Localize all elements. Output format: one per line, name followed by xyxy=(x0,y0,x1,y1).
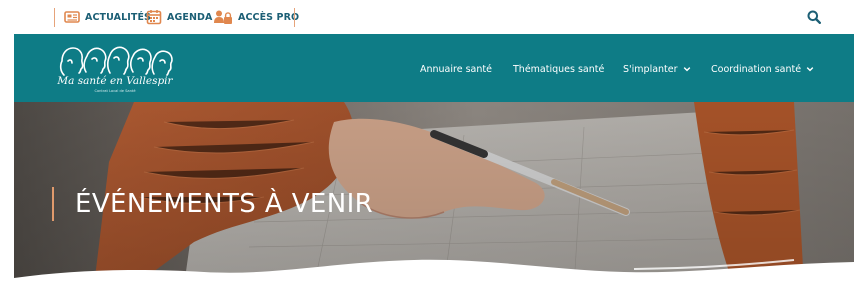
topbar-link-actualites[interactable]: ACTUALITÉS xyxy=(64,9,151,25)
top-utility-bar: ACTUALITÉS AGENDA ACCÈS PRO xyxy=(0,0,854,34)
page-title: ÉVÉNEMENTS À VENIR xyxy=(75,189,374,219)
nav-item-label: S'implanter xyxy=(623,63,678,75)
calendar-icon xyxy=(146,10,162,25)
topbar-link-label: AGENDA xyxy=(167,11,213,23)
logo-subtitle: Contrat Local de Santé xyxy=(94,89,136,93)
hero-title-accent-bar xyxy=(52,187,54,221)
faces-logo-icon xyxy=(59,46,173,76)
search-icon[interactable] xyxy=(807,10,821,24)
site-logo[interactable]: Ma santé en Vallespir Contrat Local de S… xyxy=(54,39,176,97)
logo-script-text: Ma santé en Vallespir xyxy=(57,75,173,87)
chevron-down-icon xyxy=(683,67,690,72)
nav-item-thematiques-sante[interactable]: Thématiques santé xyxy=(513,62,604,76)
nav-item-coordination-sante[interactable]: Coordination santé xyxy=(711,62,814,76)
topbar-divider xyxy=(294,8,295,27)
chevron-down-icon xyxy=(806,67,814,72)
nav-item-s-implanter[interactable]: S'implanter xyxy=(623,62,691,76)
topbar-link-acces-pro[interactable]: ACCÈS PRO xyxy=(213,9,299,25)
nav-item-annuaire-sante[interactable]: Annuaire santé xyxy=(420,62,492,76)
topbar-link-label: ACTUALITÉS xyxy=(85,11,151,23)
main-navigation: Ma santé en Vallespir Contrat Local de S… xyxy=(14,34,854,102)
topbar-link-label: ACCÈS PRO xyxy=(238,11,300,23)
pro-users-lock-icon xyxy=(214,10,232,24)
nav-item-label: Coordination santé xyxy=(711,63,802,75)
hero-banner: ÉVÉNEMENTS À VENIR xyxy=(14,102,854,286)
nav-item-label: Annuaire santé xyxy=(420,63,492,75)
topbar-link-agenda[interactable]: AGENDA xyxy=(146,9,212,25)
newspaper-icon xyxy=(64,11,80,23)
nav-item-label: Thématiques santé xyxy=(513,63,605,75)
topbar-divider xyxy=(54,8,55,27)
